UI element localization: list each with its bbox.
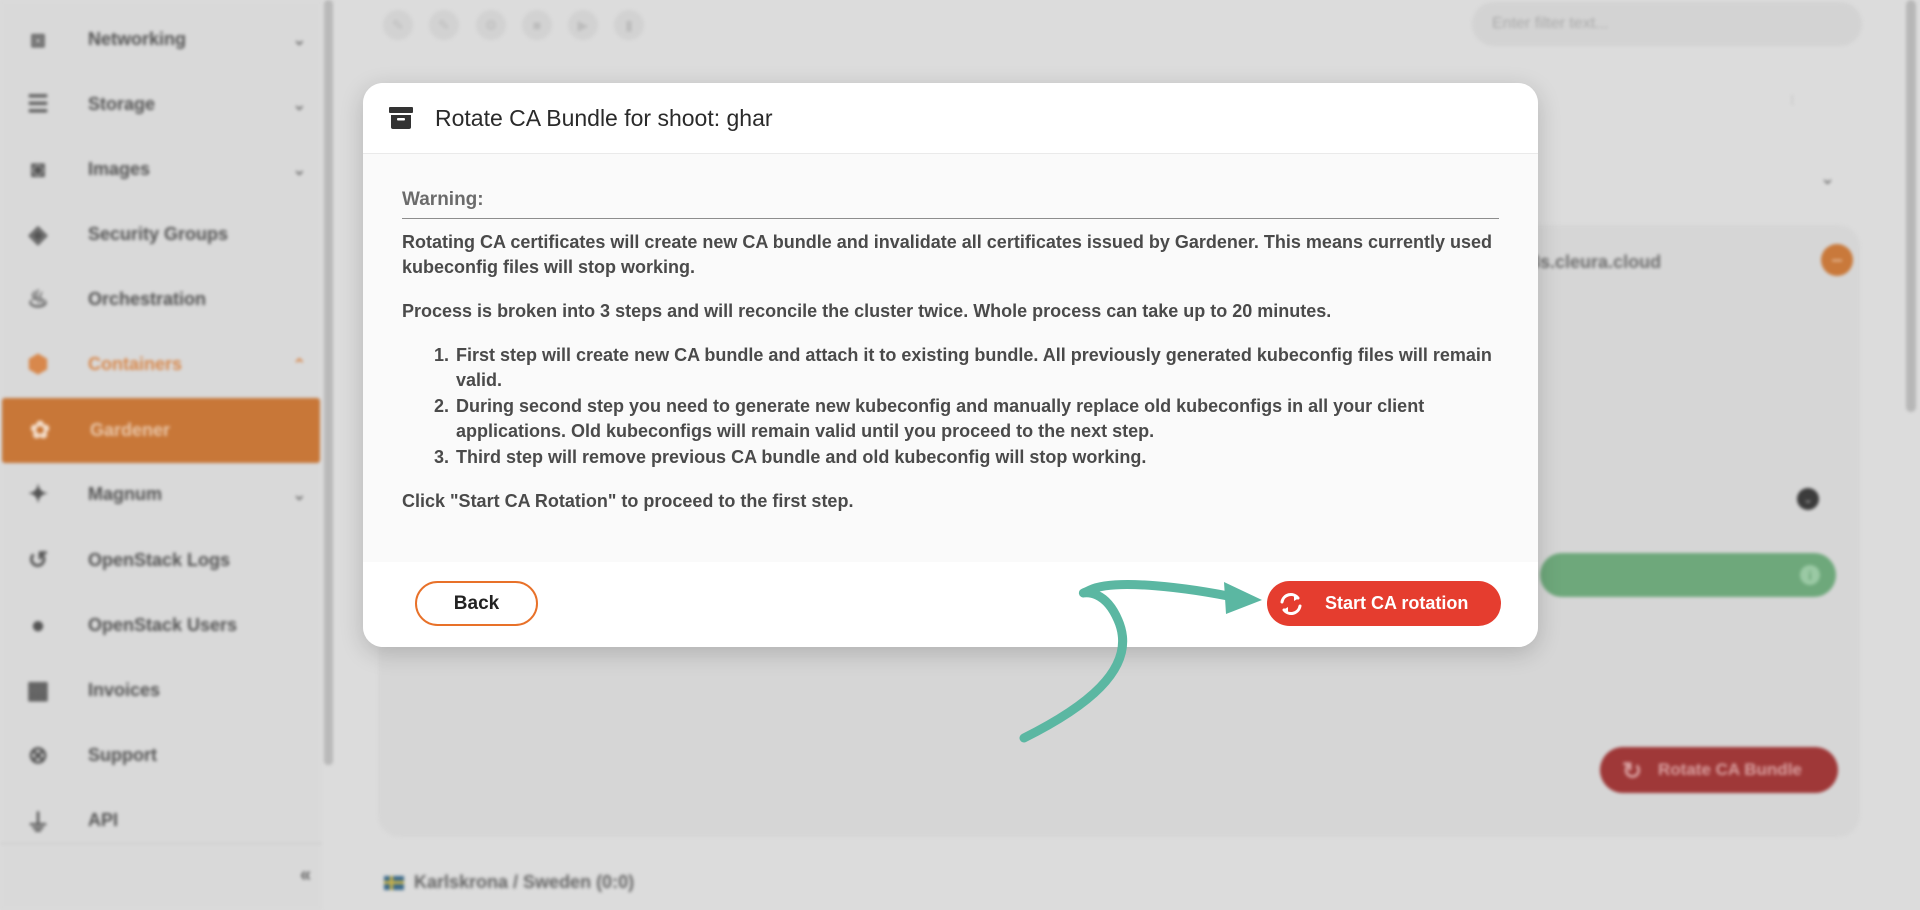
sidebar-item-label: OpenStack Users [88,615,238,635]
rotate-ca-bundle-button[interactable]: ↻ Rotate CA Bundle [1600,747,1838,793]
chevron-down-icon: ⌄ [292,486,306,504]
chevron-down-icon: ⌄ [292,31,306,49]
magnum-icon: ✦ [27,481,49,508]
sidebar-item-label: Orchestration [88,289,207,309]
modal-title: Rotate CA Bundle for shoot: ghar [435,104,773,131]
edit-icon[interactable]: ✎ [429,10,459,40]
flame-icon: ♨ [27,286,49,313]
warning-paragraph: Rotating CA certificates will create new… [402,232,1493,277]
cluster-host: k8s.cleura.cloud [1520,251,1662,272]
settings-icon[interactable]: ⚙ [476,10,506,40]
list-item: During second step you need to generate … [454,394,1499,444]
process-paragraph: Process is broken into 3 steps and will … [402,301,1332,321]
user-icon: ● [30,611,46,639]
sidebar-item-label: Images [88,159,151,179]
instruction-paragraph: Click "Start CA Rotation" to proceed to … [402,491,854,511]
sidebar-scrollbar[interactable] [324,0,333,765]
sidebar-item-magnum[interactable]: ✦ Magnum ⌄ [0,462,320,527]
region-label: Karlskrona / Sweden (0:0) [384,872,634,893]
list-item: First step will create new CA bundle and… [454,343,1499,393]
sidebar-item-label: Invoices [88,680,161,700]
modal-body: Warning: Rotating CA certificates will c… [363,154,1538,514]
wrench-icon[interactable]: ✎ [383,10,413,40]
status-bar: i [1540,553,1836,597]
region-text: Karlskrona / Sweden (0:0) [414,872,635,892]
sidebar-item-gardener[interactable]: ✿ Gardener [2,398,320,463]
cube-icon: ⬢ [27,351,49,378]
sidebar-item-label: Storage [88,94,156,114]
sidebar: ⧈ Networking ⌄ ☰ Storage ⌄ ◙ Images ⌄ ◈ … [0,0,322,910]
history-icon: ↺ [27,547,49,574]
sidebar-item-invoices[interactable]: ▦ Invoices [0,658,320,723]
dropdown-chevron-icon[interactable]: ⌄ [1797,488,1819,510]
network-icon: ⧈ [30,25,46,53]
play-icon[interactable]: ▶ [568,10,598,40]
trash-icon[interactable]: ▮ [614,10,644,40]
sidebar-divider [0,843,322,844]
sidebar-item-openstack-users[interactable]: ● OpenStack Users [0,593,320,658]
small-indicator-icon: ⁝ [1790,92,1795,108]
sidebar-item-openstack-logs[interactable]: ↺ OpenStack Logs [0,528,320,593]
modal-header: Rotate CA Bundle for shoot: ghar [363,83,1538,154]
plug-icon: ⏚ [26,810,50,837]
chevron-up-icon: ⌃ [292,356,306,374]
filter-input[interactable]: Enter filter text... [1472,2,1862,46]
chevron-down-icon[interactable]: ⌄ [1820,168,1835,189]
calculator-icon: ▦ [26,677,50,704]
sidebar-item-label: API [88,810,119,830]
start-ca-rotation-label: Start CA rotation [1325,593,1469,613]
sidebar-item-label: Containers [88,354,183,374]
sidebar-item-support[interactable]: ⊗ Support [0,723,320,788]
sidebar-item-containers[interactable]: ⬢ Containers ⌃ [0,332,320,397]
list-item: Third step will remove previous CA bundl… [454,445,1499,470]
database-icon: ☰ [27,91,49,118]
lifebuoy-icon: ⊗ [27,742,49,769]
warning-label: Warning: [402,187,1499,219]
sidebar-item-images[interactable]: ◙ Images ⌄ [0,137,320,202]
stop-icon[interactable]: ■ [522,10,552,40]
start-ca-rotation-button[interactable]: Start CA rotation [1267,581,1501,626]
chevron-down-icon: ⌄ [292,161,306,179]
collapse-sidebar-icon[interactable]: « [300,864,311,887]
sidebar-item-orchestration[interactable]: ♨ Orchestration [0,267,320,332]
chevron-down-icon: ⌄ [292,96,306,114]
sidebar-item-networking[interactable]: ⧈ Networking ⌄ [0,7,320,72]
sidebar-item-label: Support [88,745,157,765]
sidebar-item-storage[interactable]: ☰ Storage ⌄ [0,72,320,137]
main-scrollbar[interactable] [1906,0,1916,412]
archive-icon [389,107,413,129]
steps-list: First step will create new CA bundle and… [454,343,1499,470]
camera-icon: ◙ [30,155,46,183]
sidebar-item-label: Magnum [88,484,162,504]
gardener-icon: ✿ [29,417,51,444]
info-icon[interactable]: i [1800,565,1820,585]
back-button[interactable]: Back [415,581,538,626]
sidebar-item-security-groups[interactable]: ◈ Security Groups [0,202,320,267]
sweden-flag-icon [384,875,404,890]
rotate-ca-bundle-label: Rotate CA Bundle [1658,760,1802,779]
sync-icon [1280,593,1302,615]
sidebar-item-label: Networking [88,29,187,49]
cluster-status-badge[interactable]: – [1821,244,1853,276]
sidebar-item-label: OpenStack Logs [88,550,231,570]
sidebar-item-label: Security Groups [88,224,229,244]
shield-icon: ◈ [28,221,48,248]
rotate-ca-modal: Rotate CA Bundle for shoot: ghar Warning… [363,83,1538,647]
rotate-icon: ↻ [1622,758,1643,785]
sidebar-item-label: Gardener [90,420,171,440]
